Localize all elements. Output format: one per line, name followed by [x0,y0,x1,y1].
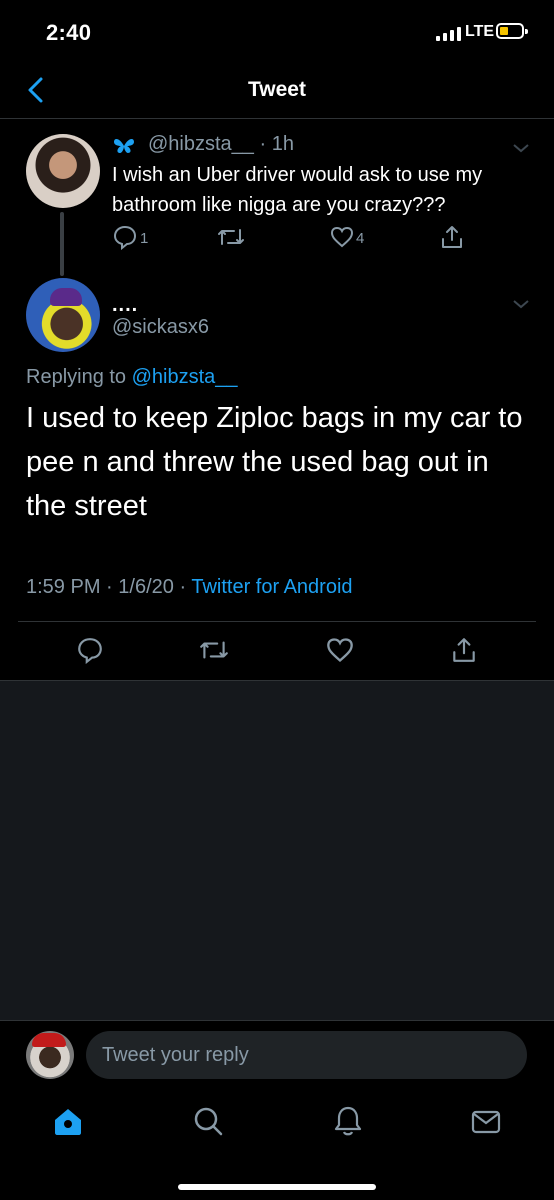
notifications-icon[interactable] [331,1104,365,1138]
signal-icon [436,25,461,41]
share-icon[interactable] [450,636,478,664]
replying-prefix: Replying to [26,366,127,388]
time-separator: · [259,133,267,155]
status-bar: 2:40 LTE [0,0,554,66]
like-icon[interactable] [330,224,354,250]
chevron-down-icon[interactable] [512,142,530,154]
meta-separator: · [179,576,187,598]
battery-icon [496,23,528,39]
tweet-text: I used to keep Ziploc bags in my car to … [26,402,523,522]
share-icon[interactable] [440,224,464,250]
reply-icon[interactable] [76,636,104,664]
like-count: 4 [356,230,365,247]
reply-composer [0,1020,554,1091]
avatar[interactable] [26,278,100,352]
replying-to-line: Replying to @hibzsta__ [26,366,238,389]
display-name[interactable]: .... [112,294,138,317]
network-type: LTE [465,23,495,40]
tweet-meta: 1:59 PM · 1/6/20 · Twitter for Android [26,576,353,599]
home-icon[interactable] [51,1104,85,1138]
like-icon[interactable] [326,636,354,664]
tweet-handle[interactable]: @sickasx6 [112,316,209,339]
status-time: 2:40 [46,20,92,45]
nav-header: Tweet [0,66,554,119]
avatar[interactable] [26,1031,74,1079]
meta-separator: · [106,576,113,598]
tweet-author-line: @hibzsta__ · 1h [148,133,294,156]
messages-icon[interactable] [469,1104,503,1138]
tweet-text: I wish an Uber driver would ask to use m… [112,164,483,216]
reply-count: 1 [140,230,149,247]
chevron-down-icon[interactable] [512,298,530,310]
tweet-time: 1:59 PM [26,576,101,598]
retweet-icon[interactable] [216,224,246,250]
page-title: Tweet [248,78,306,101]
tweet-date: 1/6/20 [118,576,174,598]
reply-icon[interactable] [112,224,138,250]
tweet-handle[interactable]: @hibzsta__ [148,133,254,155]
divider [18,621,536,622]
tweet-source-link[interactable]: Twitter for Android [191,576,352,598]
avatar[interactable] [26,134,100,208]
reply-input[interactable] [86,1031,527,1079]
home-indicator [178,1184,376,1190]
tweet-age: 1h [271,133,294,155]
search-icon[interactable] [191,1104,225,1138]
thread-line [60,212,64,276]
empty-replies-area [0,681,554,1020]
retweet-icon[interactable] [198,636,230,664]
butterfly-icon [114,138,134,153]
replying-to-link[interactable]: @hibzsta__ [132,366,238,388]
